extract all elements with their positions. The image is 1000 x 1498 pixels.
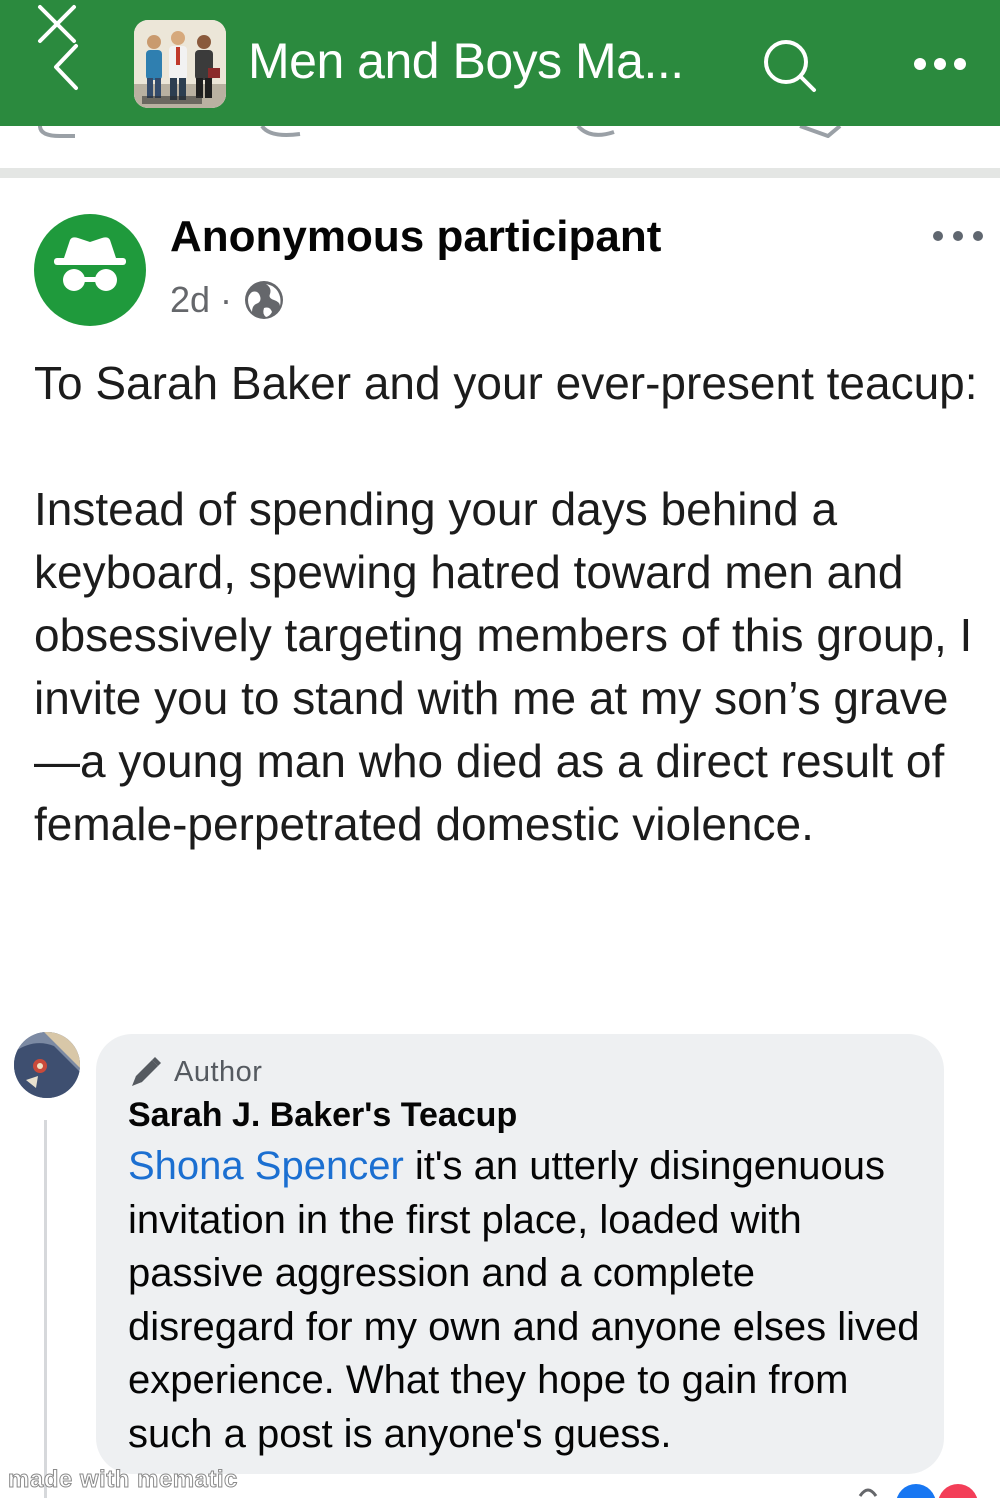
globe-icon [245,281,284,319]
group-avatar[interactable] [134,20,226,108]
post-meta: 2d · [170,278,286,322]
close-icon[interactable] [32,4,82,44]
post-more-options-icon[interactable] [930,228,986,244]
obscured-toolbar-icons [38,126,842,138]
section-divider [0,168,1000,178]
group-name[interactable]: Men and Boys Ma... [248,32,684,90]
post-paragraph: Instead of spending your days behind a k… [34,483,973,850]
comment-text: Shona Spencer it's an utterly disingenuo… [128,1140,928,1461]
author-badge: Author [128,1054,262,1090]
watermark: made with mematic [8,1466,238,1494]
mention-link[interactable]: Shona Spencer [128,1144,404,1188]
author-badge-label: Author [174,1055,263,1088]
reaction-icons-partial [858,1484,978,1498]
anonymous-avatar[interactable] [34,214,146,326]
group-header-bar: Men and Boys Ma... [0,0,1000,126]
post-author-name[interactable]: Anonymous participant [170,212,661,262]
incognito-icon [54,237,126,291]
group-avatar-illustration-icon [134,20,226,108]
commenter-avatar-image-icon [14,1032,80,1098]
comment-body: it's an utterly disingenuous invitation … [128,1144,920,1456]
pen-icon [132,1057,161,1086]
more-options-icon[interactable] [912,56,968,72]
thread-connector [44,1120,47,1498]
post-timestamp[interactable]: 2d [170,279,210,321]
search-icon[interactable] [760,36,820,96]
commenter-name[interactable]: Sarah J. Baker's Teacup [128,1096,517,1135]
post-paragraph: To Sarah Baker and your ever-present tea… [34,357,978,409]
back-chevron-icon[interactable] [46,42,86,92]
commenter-avatar[interactable] [14,1032,80,1098]
meta-separator: · [220,279,233,320]
post-body: To Sarah Baker and your ever-present tea… [34,352,984,856]
